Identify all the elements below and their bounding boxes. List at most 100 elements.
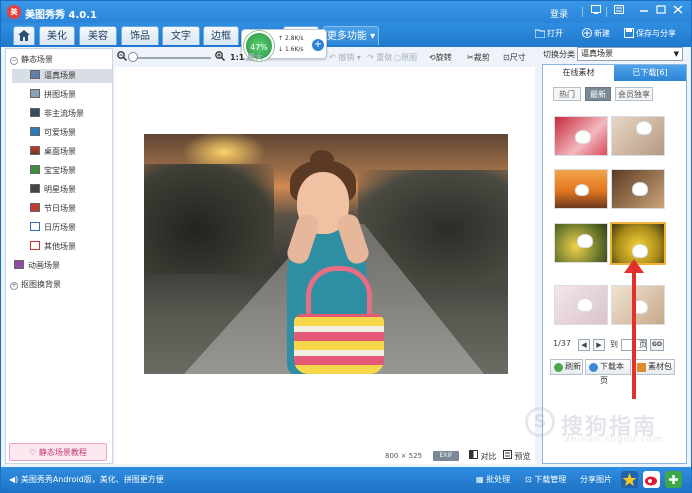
material-thumbnail[interactable] xyxy=(554,116,608,156)
baby-icon xyxy=(30,165,40,174)
upload-speed-value: 2.8K/s xyxy=(284,35,304,42)
resize-button[interactable]: ⊡尺寸 xyxy=(503,52,526,63)
tree-item-other[interactable]: 其他场景 xyxy=(30,240,76,254)
favorite-star-icon[interactable] xyxy=(621,471,638,488)
go-button[interactable]: GO xyxy=(650,339,664,351)
add-plus-icon[interactable] xyxy=(665,471,682,488)
tree-item-label: 宝宝场景 xyxy=(44,166,76,175)
share-image-button[interactable]: 分享图片 xyxy=(580,474,612,485)
static-scene-tutorial-button[interactable]: ♡ 静态场景教程 xyxy=(9,443,107,461)
filter-newest[interactable]: 最新 xyxy=(585,87,611,101)
save-share-button[interactable]: 保存与分享 xyxy=(624,28,676,39)
exif-button[interactable]: EXIF xyxy=(433,451,459,461)
prev-page-button[interactable]: ◀ xyxy=(578,339,590,351)
tab-accessories[interactable]: 饰品 xyxy=(121,26,159,45)
preview-button[interactable]: 预览 xyxy=(503,450,531,462)
compare-button[interactable]: 对比 xyxy=(469,450,497,462)
tab-downloaded[interactable]: 已下载[6] xyxy=(614,65,686,81)
zoom-out-icon[interactable] xyxy=(117,51,127,61)
download-page-button[interactable]: 下载本页 xyxy=(585,359,631,385)
status-message[interactable]: ◀) 美图秀秀Android版，美化、拼图更方便 xyxy=(9,474,164,485)
tree-group-dynamic[interactable]: 动画场景 xyxy=(14,260,60,271)
tree-item-realistic[interactable]: 逼真场景 xyxy=(12,69,112,83)
weibo-icon[interactable] xyxy=(643,471,660,488)
zoom-slider[interactable] xyxy=(131,57,211,59)
open-button[interactable]: 打开 xyxy=(534,28,563,39)
watermark-logo: S xyxy=(525,407,555,437)
skin-button[interactable] xyxy=(589,5,603,17)
tree-item-desktop[interactable]: 桌面场景 xyxy=(30,145,76,159)
main-tab-bar: 美化 美容 饰品 文字 边框 拼图 更多功能 ▾ 打开 新建 保存与分享 xyxy=(1,23,691,47)
material-pack-button[interactable]: 素材包 xyxy=(633,359,675,375)
tab-online-materials[interactable]: 在线素材 xyxy=(543,65,614,81)
refresh-button[interactable]: 刷新 xyxy=(550,359,583,375)
minimize-button[interactable] xyxy=(637,5,651,17)
tab-beautify[interactable]: 美化 xyxy=(39,26,75,45)
save-share-label: 保存与分享 xyxy=(636,29,676,38)
tree-group-static[interactable]: − 静态场景 xyxy=(10,54,53,65)
crop-label: 裁剪 xyxy=(473,53,490,62)
status-message-text: 美图秀秀Android版，美化、拼图更方便 xyxy=(20,475,164,484)
tree-item-cute[interactable]: 可爱场景 xyxy=(30,126,76,140)
material-thumbnail[interactable] xyxy=(554,285,608,325)
tree-item-star[interactable]: 明星场景 xyxy=(30,183,76,197)
download-icon xyxy=(589,363,598,372)
undo-button[interactable]: ↶ 撤销 ▾ xyxy=(329,52,361,63)
batch-process-button[interactable]: ▦ 批处理 xyxy=(476,474,510,485)
crop-button[interactable]: ✂裁剪 xyxy=(467,52,490,63)
tree-item-baby[interactable]: 宝宝场景 xyxy=(30,164,76,178)
tab-home[interactable] xyxy=(13,26,35,45)
expand-icon[interactable]: + xyxy=(10,282,18,290)
next-page-button[interactable]: ▶ xyxy=(593,339,605,351)
category-select[interactable]: 逼真场景 ▼ xyxy=(577,47,683,61)
tree-item-label: 桌面场景 xyxy=(44,147,76,156)
tree-group-dynamic-label: 动画场景 xyxy=(28,261,60,270)
material-thumbnail[interactable] xyxy=(611,169,665,209)
preview-label: 预览 xyxy=(514,452,531,461)
more-features-menu[interactable]: 更多功能 ▾ xyxy=(323,26,379,45)
tree-item-label: 其他场景 xyxy=(44,242,76,251)
material-thumbnail[interactable] xyxy=(554,223,608,263)
photo-frame-slot xyxy=(575,130,591,144)
new-button[interactable]: 新建 xyxy=(582,28,610,39)
redo-button[interactable]: ↷ 重做 xyxy=(367,52,392,63)
maximize-button[interactable] xyxy=(654,5,668,17)
calendar-icon xyxy=(30,222,40,231)
actual-size-button[interactable]: 1:1 原大 xyxy=(230,52,263,63)
original-image-button[interactable]: ○原图 xyxy=(394,52,417,63)
tree-item-alternative[interactable]: 非主流场景 xyxy=(30,107,84,121)
status-bar: ◀) 美图秀秀Android版，美化、拼图更方便 ▦ 批处理 ⊡ 下载管理 分享… xyxy=(1,467,691,492)
zoom-slider-handle[interactable] xyxy=(128,52,138,62)
goto-label: 到 xyxy=(610,340,618,349)
filter-vip[interactable]: 会员独享 xyxy=(615,87,653,101)
material-thumbnail[interactable] xyxy=(611,285,665,325)
close-button[interactable] xyxy=(671,5,685,17)
filter-hot[interactable]: 热门 xyxy=(553,87,581,101)
divider xyxy=(582,7,583,17)
tab-beauty[interactable]: 美容 xyxy=(79,26,117,45)
login-link[interactable]: 登录 xyxy=(550,7,568,20)
zoom-in-icon[interactable] xyxy=(215,51,225,61)
tree-item-calendar[interactable]: 日历场景 xyxy=(30,221,76,235)
rotate-button[interactable]: ⟲旋转 xyxy=(429,52,452,63)
actual-size-label: 1:1 xyxy=(230,53,245,62)
collapse-icon[interactable]: − xyxy=(10,57,18,65)
tree-group-cutout[interactable]: + 抠图换背景 xyxy=(10,279,61,290)
home-icon xyxy=(18,30,30,41)
preview-icon xyxy=(503,450,512,459)
plus-circle-icon xyxy=(582,28,592,38)
menu-button[interactable] xyxy=(612,5,626,17)
rotate-label: 旋转 xyxy=(435,53,452,62)
edited-photo[interactable] xyxy=(144,134,508,374)
material-thumbnail[interactable] xyxy=(611,116,665,156)
tree-item-collage[interactable]: 拼图场景 xyxy=(30,88,76,102)
new-label: 新建 xyxy=(594,29,610,38)
speaker-icon: ◀) xyxy=(9,475,19,484)
actual-size-suffix: 原大 xyxy=(247,53,264,62)
tab-text[interactable]: 文字 xyxy=(162,26,200,45)
tab-frame[interactable]: 边框 xyxy=(203,26,239,45)
material-thumbnail[interactable] xyxy=(554,169,608,209)
tree-item-holiday[interactable]: 节日场景 xyxy=(30,202,76,216)
download-manager-button[interactable]: ⊡ 下载管理 xyxy=(525,474,566,485)
tree-item-label: 逼真场景 xyxy=(44,71,76,80)
